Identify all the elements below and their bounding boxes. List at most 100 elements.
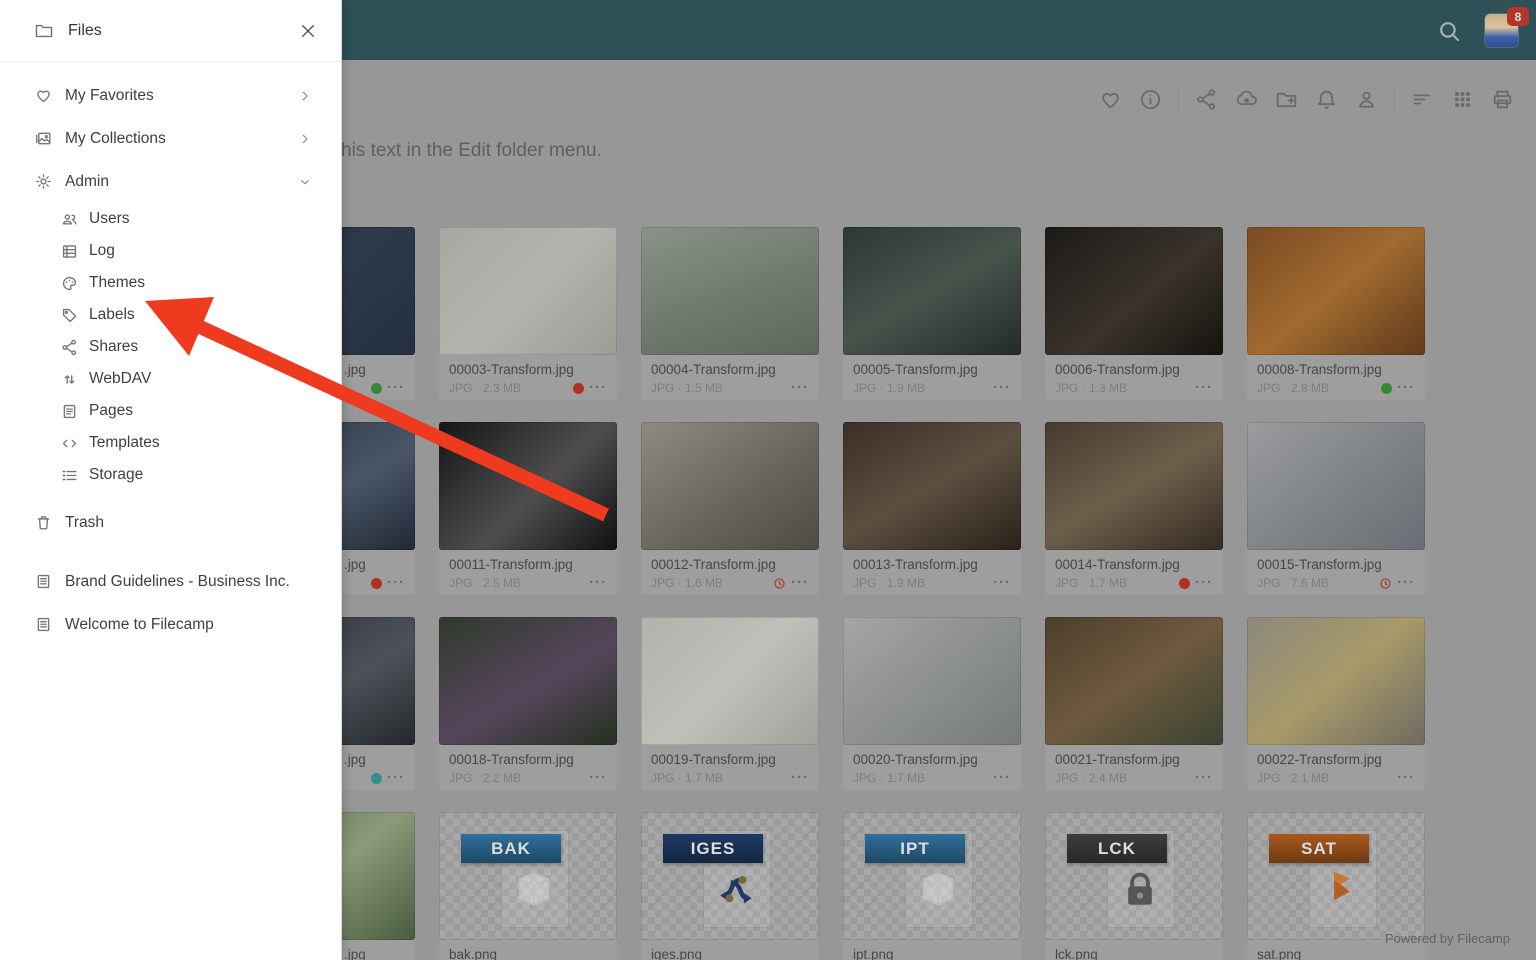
photo-thumbnail[interactable]: [1045, 227, 1223, 355]
more-options-button[interactable]: ···: [387, 578, 405, 588]
more-options-button[interactable]: ···: [1195, 383, 1213, 393]
sidebar-item-label: Themes: [89, 274, 145, 292]
photo-thumbnail[interactable]: [641, 422, 819, 550]
filetype-thumbnail[interactable]: IPT: [843, 812, 1021, 940]
filetype-thumbnail[interactable]: SAT: [1247, 812, 1425, 940]
file-card: LCKlck.png: [1045, 812, 1223, 960]
filetype-thumbnail[interactable]: BAK: [439, 812, 617, 940]
more-options-button[interactable]: ···: [993, 773, 1011, 783]
filetype-banner: SAT: [1269, 834, 1369, 863]
sidebar-item-themes[interactable]: Themes: [0, 267, 341, 299]
file-name: 00005-Transform.jpg: [853, 362, 1011, 377]
more-options-button[interactable]: ···: [387, 383, 405, 393]
sort-icon[interactable]: [1410, 87, 1435, 112]
toolbar-divider: [1178, 86, 1179, 112]
more-options-button[interactable]: ···: [1195, 773, 1213, 783]
close-icon[interactable]: [299, 22, 317, 40]
photo-thumbnail[interactable]: [843, 422, 1021, 550]
photo-thumbnail[interactable]: [641, 617, 819, 745]
cloud-upload-icon[interactable]: [1234, 87, 1259, 112]
sidebar-item-admin[interactable]: Admin: [0, 160, 341, 203]
more-options-button[interactable]: ···: [993, 578, 1011, 588]
more-options-button[interactable]: ···: [589, 578, 607, 588]
file-caption: ipt.png: [843, 940, 1021, 960]
storage-icon: [60, 466, 79, 485]
sidebar-item-trash[interactable]: Trash: [0, 501, 341, 544]
sidebar-item-shares[interactable]: Shares: [0, 331, 341, 363]
chevron-right-icon[interactable]: [297, 88, 313, 104]
file-name: 00015-Transform.jpg: [1257, 557, 1415, 572]
sidebar-item-log[interactable]: Log: [0, 235, 341, 267]
file-meta-row: JPG · 1.9 MB···: [853, 381, 1011, 395]
photo-thumbnail[interactable]: [1247, 227, 1425, 355]
photo-thumbnail[interactable]: [843, 227, 1021, 355]
sidebar-item-label: Shares: [89, 338, 138, 356]
cube-icon: [513, 868, 555, 910]
file-card: 00003-Transform.jpgJPG · 2.3 MB···: [439, 227, 617, 400]
expiry-clock-icon: [773, 577, 786, 590]
photo-thumbnail[interactable]: [843, 617, 1021, 745]
sidebar-item-webdav[interactable]: WebDAV: [0, 363, 341, 395]
sidebar-item-brand-guidelines-business-inc[interactable]: Brand Guidelines - Business Inc.: [0, 560, 341, 603]
file-card: 00004-Transform.jpgJPG · 1.5 MB···: [641, 227, 819, 400]
toolbar: [1083, 86, 1515, 112]
print-icon[interactable]: [1490, 87, 1515, 112]
sidebar-item-pages[interactable]: Pages: [0, 395, 341, 427]
more-options-button[interactable]: ···: [387, 773, 405, 783]
photo-thumbnail[interactable]: [1247, 617, 1425, 745]
more-options-button[interactable]: ···: [1397, 383, 1415, 393]
more-options-button[interactable]: ···: [993, 383, 1011, 393]
sidebar-item-my-favorites[interactable]: My Favorites: [0, 74, 341, 117]
more-options-button[interactable]: ···: [589, 773, 607, 783]
file-name: 00004-Transform.jpg: [651, 362, 809, 377]
sidebar-item-label: Storage: [89, 466, 143, 484]
sidebar-item-labels[interactable]: Labels: [0, 299, 341, 331]
file-card: 00018-Transform.jpgJPG · 2.2 MB···: [439, 617, 617, 790]
status-dot-red: [1179, 578, 1190, 589]
grid-view-icon[interactable]: [1450, 87, 1475, 112]
photo-thumbnail[interactable]: [641, 227, 819, 355]
files-sidebar: Files My FavoritesMy CollectionsAdminUse…: [0, 0, 342, 960]
document-icon: [34, 615, 53, 634]
filetype-thumbnail[interactable]: LCK: [1045, 812, 1223, 940]
file-caption: bak.png: [439, 940, 617, 960]
filetype-thumbnail[interactable]: IGES: [641, 812, 819, 940]
more-options-button[interactable]: ···: [1397, 578, 1415, 588]
file-card: 00022-Transform.jpgJPG · 2.1 MB···: [1247, 617, 1425, 790]
status-dot-green: [1381, 383, 1392, 394]
more-options-button[interactable]: ···: [1397, 773, 1415, 783]
more-options-button[interactable]: ···: [1195, 578, 1213, 588]
file-caption: 00015-Transform.jpgJPG · 7.6 MB···: [1247, 550, 1425, 590]
info-icon[interactable]: [1138, 87, 1163, 112]
photo-thumbnail[interactable]: [1045, 617, 1223, 745]
bell-icon[interactable]: [1314, 87, 1339, 112]
user-avatar[interactable]: 8: [1485, 14, 1518, 47]
file-card: 00013-Transform.jpgJPG · 1.9 MB···: [843, 422, 1021, 595]
more-options-button[interactable]: ···: [791, 383, 809, 393]
file-card: 00021-Transform.jpgJPG · 2.4 MB···: [1045, 617, 1223, 790]
sidebar-item-storage[interactable]: Storage: [0, 459, 341, 491]
photo-thumbnail[interactable]: [1045, 422, 1223, 550]
photo-thumbnail[interactable]: [439, 422, 617, 550]
sidebar-item-welcome-to-filecamp[interactable]: Welcome to Filecamp: [0, 603, 341, 646]
photo-thumbnail[interactable]: [439, 227, 617, 355]
chevron-right-icon[interactable]: [297, 131, 313, 147]
sidebar-item-my-collections[interactable]: My Collections: [0, 117, 341, 160]
status-dot-red: [371, 578, 382, 589]
more-options-button[interactable]: ···: [791, 578, 809, 588]
photo-thumbnail[interactable]: [439, 617, 617, 745]
user-icon[interactable]: [1354, 87, 1379, 112]
sidebar-item-templates[interactable]: Templates: [0, 427, 341, 459]
more-options-button[interactable]: ···: [589, 383, 607, 393]
file-meta: JPG · 1.6 MB: [651, 576, 773, 590]
add-folder-icon[interactable]: [1274, 87, 1299, 112]
share-icon[interactable]: [1194, 87, 1219, 112]
updown-arrows-icon: [60, 370, 79, 389]
search-icon[interactable]: [1436, 18, 1462, 44]
sidebar-item-users[interactable]: Users: [0, 203, 341, 235]
chevron-down-icon[interactable]: [297, 174, 313, 190]
photo-thumbnail[interactable]: [1247, 422, 1425, 550]
heart-icon[interactable]: [1098, 87, 1123, 112]
more-options-button[interactable]: ···: [791, 773, 809, 783]
file-name: 00011-Transform.jpg: [449, 557, 607, 572]
